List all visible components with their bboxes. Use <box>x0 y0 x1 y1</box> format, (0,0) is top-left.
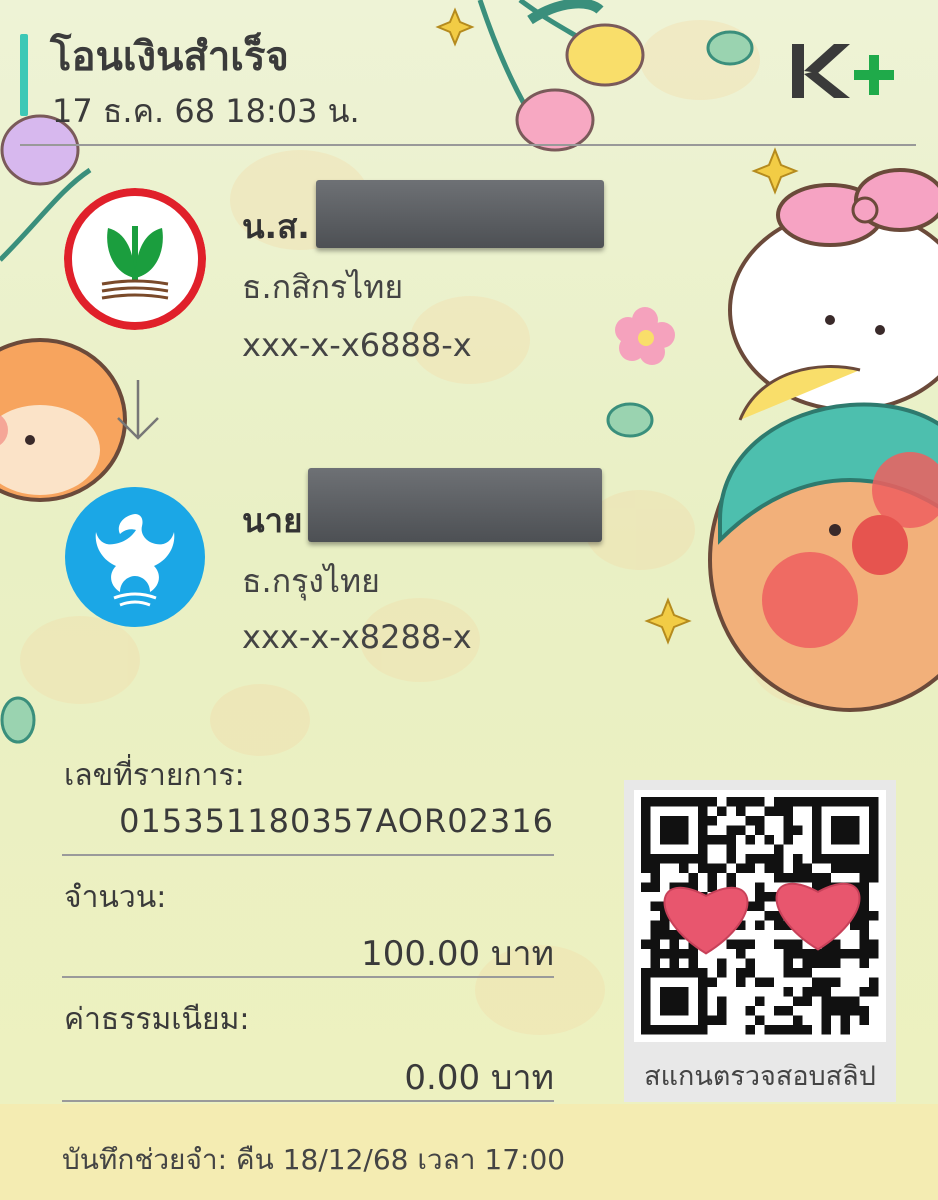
pink-flower <box>615 307 675 365</box>
orange-cat <box>0 338 127 502</box>
sender-bank-name: ธ.กสิกรไทย <box>242 268 404 306</box>
qr-caption: สแกนตรวจสอบสลิป <box>644 1061 876 1092</box>
fee-label: ค่าธรรมเนียม: <box>64 1002 250 1037</box>
sender-name-redacted <box>316 180 604 248</box>
amount-value: 100.00 บาท <box>361 934 554 974</box>
page-title: โอนเงินสำเร็จ <box>50 34 289 80</box>
memo-text: บันทึกช่วยจำ: คืน 18/12/68 เวลา 17:00 <box>62 1143 566 1176</box>
fee-value: 0.00 บาท <box>404 1058 554 1098</box>
qr-finder-pattern <box>641 797 708 864</box>
reference-label: เลขที่รายการ: <box>64 758 245 793</box>
amount-underline <box>62 976 554 978</box>
sender-name-prefix: น.ส. <box>242 207 310 246</box>
qr-verify-panel[interactable]: สแกนตรวจสอบสลิป <box>624 780 896 1102</box>
amount-label: จำนวน: <box>64 880 167 915</box>
header-accent-bar <box>20 34 28 116</box>
reference-underline <box>62 854 554 856</box>
qr-finder-pattern <box>641 968 708 1035</box>
receiver-bank-name: ธ.กรุงไทย <box>242 562 380 600</box>
receiver-name-prefix: นาย <box>242 501 303 540</box>
header-divider <box>20 144 916 146</box>
qr-code[interactable] <box>634 790 886 1042</box>
receiver-account-number: xxx-x-x8288-x <box>242 618 472 656</box>
receiver-name-redacted <box>308 468 602 542</box>
fee-underline <box>62 1100 554 1102</box>
transaction-datetime: 17 ธ.ค. 68 18:03 น. <box>52 92 360 130</box>
kplus-logo <box>792 44 894 98</box>
sender-account-number: xxx-x-x6888-x <box>242 326 472 364</box>
hamster-dino-hood <box>708 365 938 712</box>
reference-number: 015351180357AOR02316 <box>119 802 554 840</box>
arrow-down-icon <box>117 380 159 440</box>
krungthai-bank-logo <box>65 487 205 627</box>
kasikorn-bank-logo <box>64 188 206 330</box>
qr-finder-pattern <box>812 797 879 864</box>
